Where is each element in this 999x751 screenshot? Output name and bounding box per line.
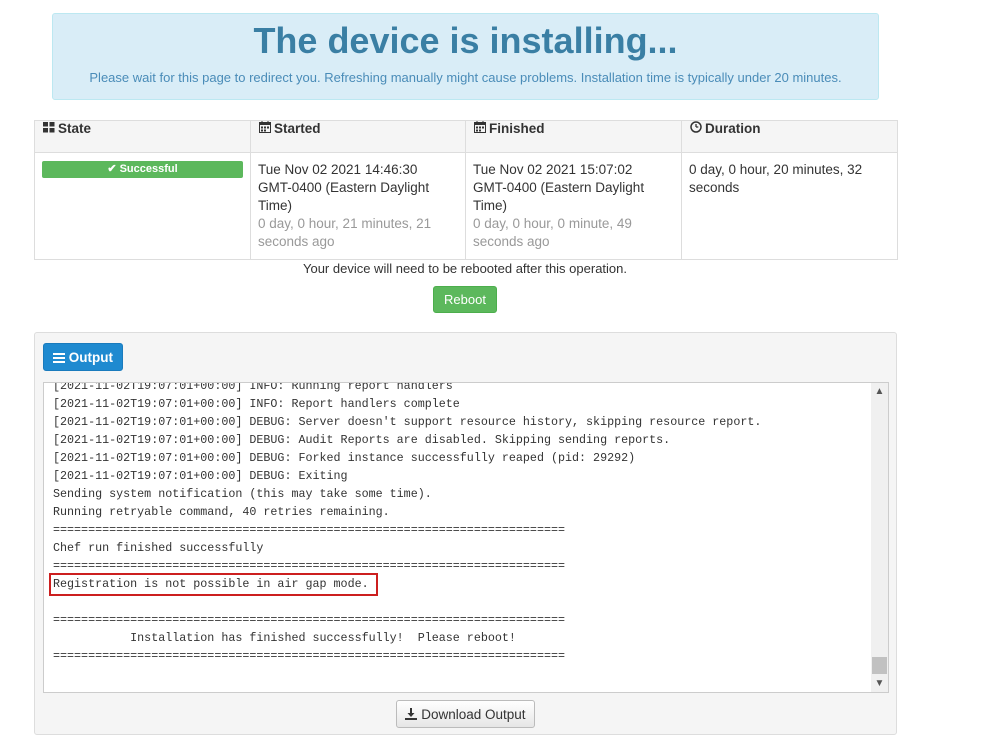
output-button-label: Output [68, 349, 113, 365]
header-started-label: Started [274, 121, 321, 136]
page-title: The device is installing... [253, 20, 678, 61]
finished-timezone: GMT-0400 (Eastern Daylight Time) [473, 180, 645, 213]
duration-value: 0 day, 0 hour, 20 minutes, 32 seconds [689, 162, 863, 195]
status-badge: ✔ Successful [42, 161, 243, 178]
header-finished-label: Finished [489, 121, 545, 136]
log-text: [2021-11-02T19:07:01+00:00] INFO: Runnin… [53, 382, 762, 665]
reboot-button[interactable]: Reboot [433, 286, 497, 313]
calendar-icon [474, 121, 486, 136]
log-line: [2021-11-02T19:07:01+00:00] DEBUG: Exiti… [53, 469, 348, 483]
started-timezone: GMT-0400 (Eastern Daylight Time) [258, 180, 430, 213]
log-line: Installation has finished successfully! … [53, 631, 516, 645]
cell-started: Tue Nov 02 2021 14:46:30 GMT-0400 (Easte… [250, 152, 466, 260]
log-line: Sending system notification (this may ta… [53, 487, 432, 501]
clock-icon [690, 121, 702, 136]
download-output-label: Download Output [421, 706, 526, 722]
highlight-annotation [49, 573, 378, 596]
banner-subtitle: Please wait for this page to redirect yo… [89, 70, 842, 85]
header-started: Started [250, 120, 466, 153]
cell-state: ✔ Successful [34, 152, 251, 260]
log-line: [2021-11-02T19:07:01+00:00] INFO: Runnin… [53, 382, 453, 393]
check-icon: ✔ [107, 163, 117, 175]
log-line: ========================================… [53, 613, 565, 627]
started-ago: 0 day, 0 hour, 21 minutes, 21 seconds ag… [258, 216, 432, 249]
header-duration-label: Duration [705, 121, 761, 136]
log-scrollbar[interactable]: ▲ ▼ [871, 383, 888, 692]
cell-duration: 0 day, 0 hour, 20 minutes, 32 seconds [681, 152, 898, 260]
log-line: [2021-11-02T19:07:01+00:00] DEBUG: Audit… [53, 433, 671, 447]
status-badge-label: Successful [119, 163, 178, 175]
reboot-message: Your device will need to be rebooted aft… [302, 261, 627, 276]
list-icon [53, 350, 69, 365]
finished-ago: 0 day, 0 hour, 0 minute, 49 seconds ago [473, 216, 632, 249]
started-time: Tue Nov 02 2021 14:46:30 [258, 162, 418, 177]
log-line: ========================================… [53, 649, 565, 663]
log-line: [2021-11-02T19:07:01+00:00] INFO: Report… [53, 397, 460, 411]
scroll-up-icon[interactable]: ▲ [871, 383, 888, 400]
log-line: ========================================… [53, 559, 565, 573]
scrollbar-thumb[interactable] [872, 657, 887, 674]
install-banner: The device is installing... Please wait … [52, 13, 879, 100]
log-line: Chef run finished successfully [53, 541, 264, 555]
output-button[interactable]: Output [43, 343, 123, 371]
cell-finished: Tue Nov 02 2021 15:07:02 GMT-0400 (Easte… [465, 152, 682, 260]
log-line: ========================================… [53, 523, 565, 537]
log-line: [2021-11-02T19:07:01+00:00] DEBUG: Forke… [53, 451, 636, 465]
log-line: Running retryable command, 40 retries re… [53, 505, 390, 519]
header-finished: Finished [465, 120, 682, 153]
status-table-row: ✔ Successful Tue Nov 02 2021 14:46:30 GM… [34, 152, 898, 260]
header-duration: Duration [681, 120, 898, 153]
status-table-header: State Started Finished Duration [34, 120, 898, 153]
grid-icon [43, 122, 55, 136]
finished-time: Tue Nov 02 2021 15:07:02 [473, 162, 633, 177]
scroll-down-icon[interactable]: ▼ [871, 675, 888, 692]
output-log[interactable]: [2021-11-02T19:07:01+00:00] INFO: Runnin… [43, 382, 889, 693]
download-output-button[interactable]: Download Output [396, 700, 535, 728]
output-panel: Output [2021-11-02T19:07:01+00:00] INFO:… [34, 332, 897, 735]
header-state-label: State [58, 121, 92, 136]
download-icon [405, 707, 421, 722]
calendar-icon [259, 121, 271, 136]
status-table: State Started Finished Duration ✔ Succes… [34, 120, 898, 260]
header-state: State [34, 120, 251, 153]
log-line: [2021-11-02T19:07:01+00:00] DEBUG: Serve… [53, 415, 762, 429]
